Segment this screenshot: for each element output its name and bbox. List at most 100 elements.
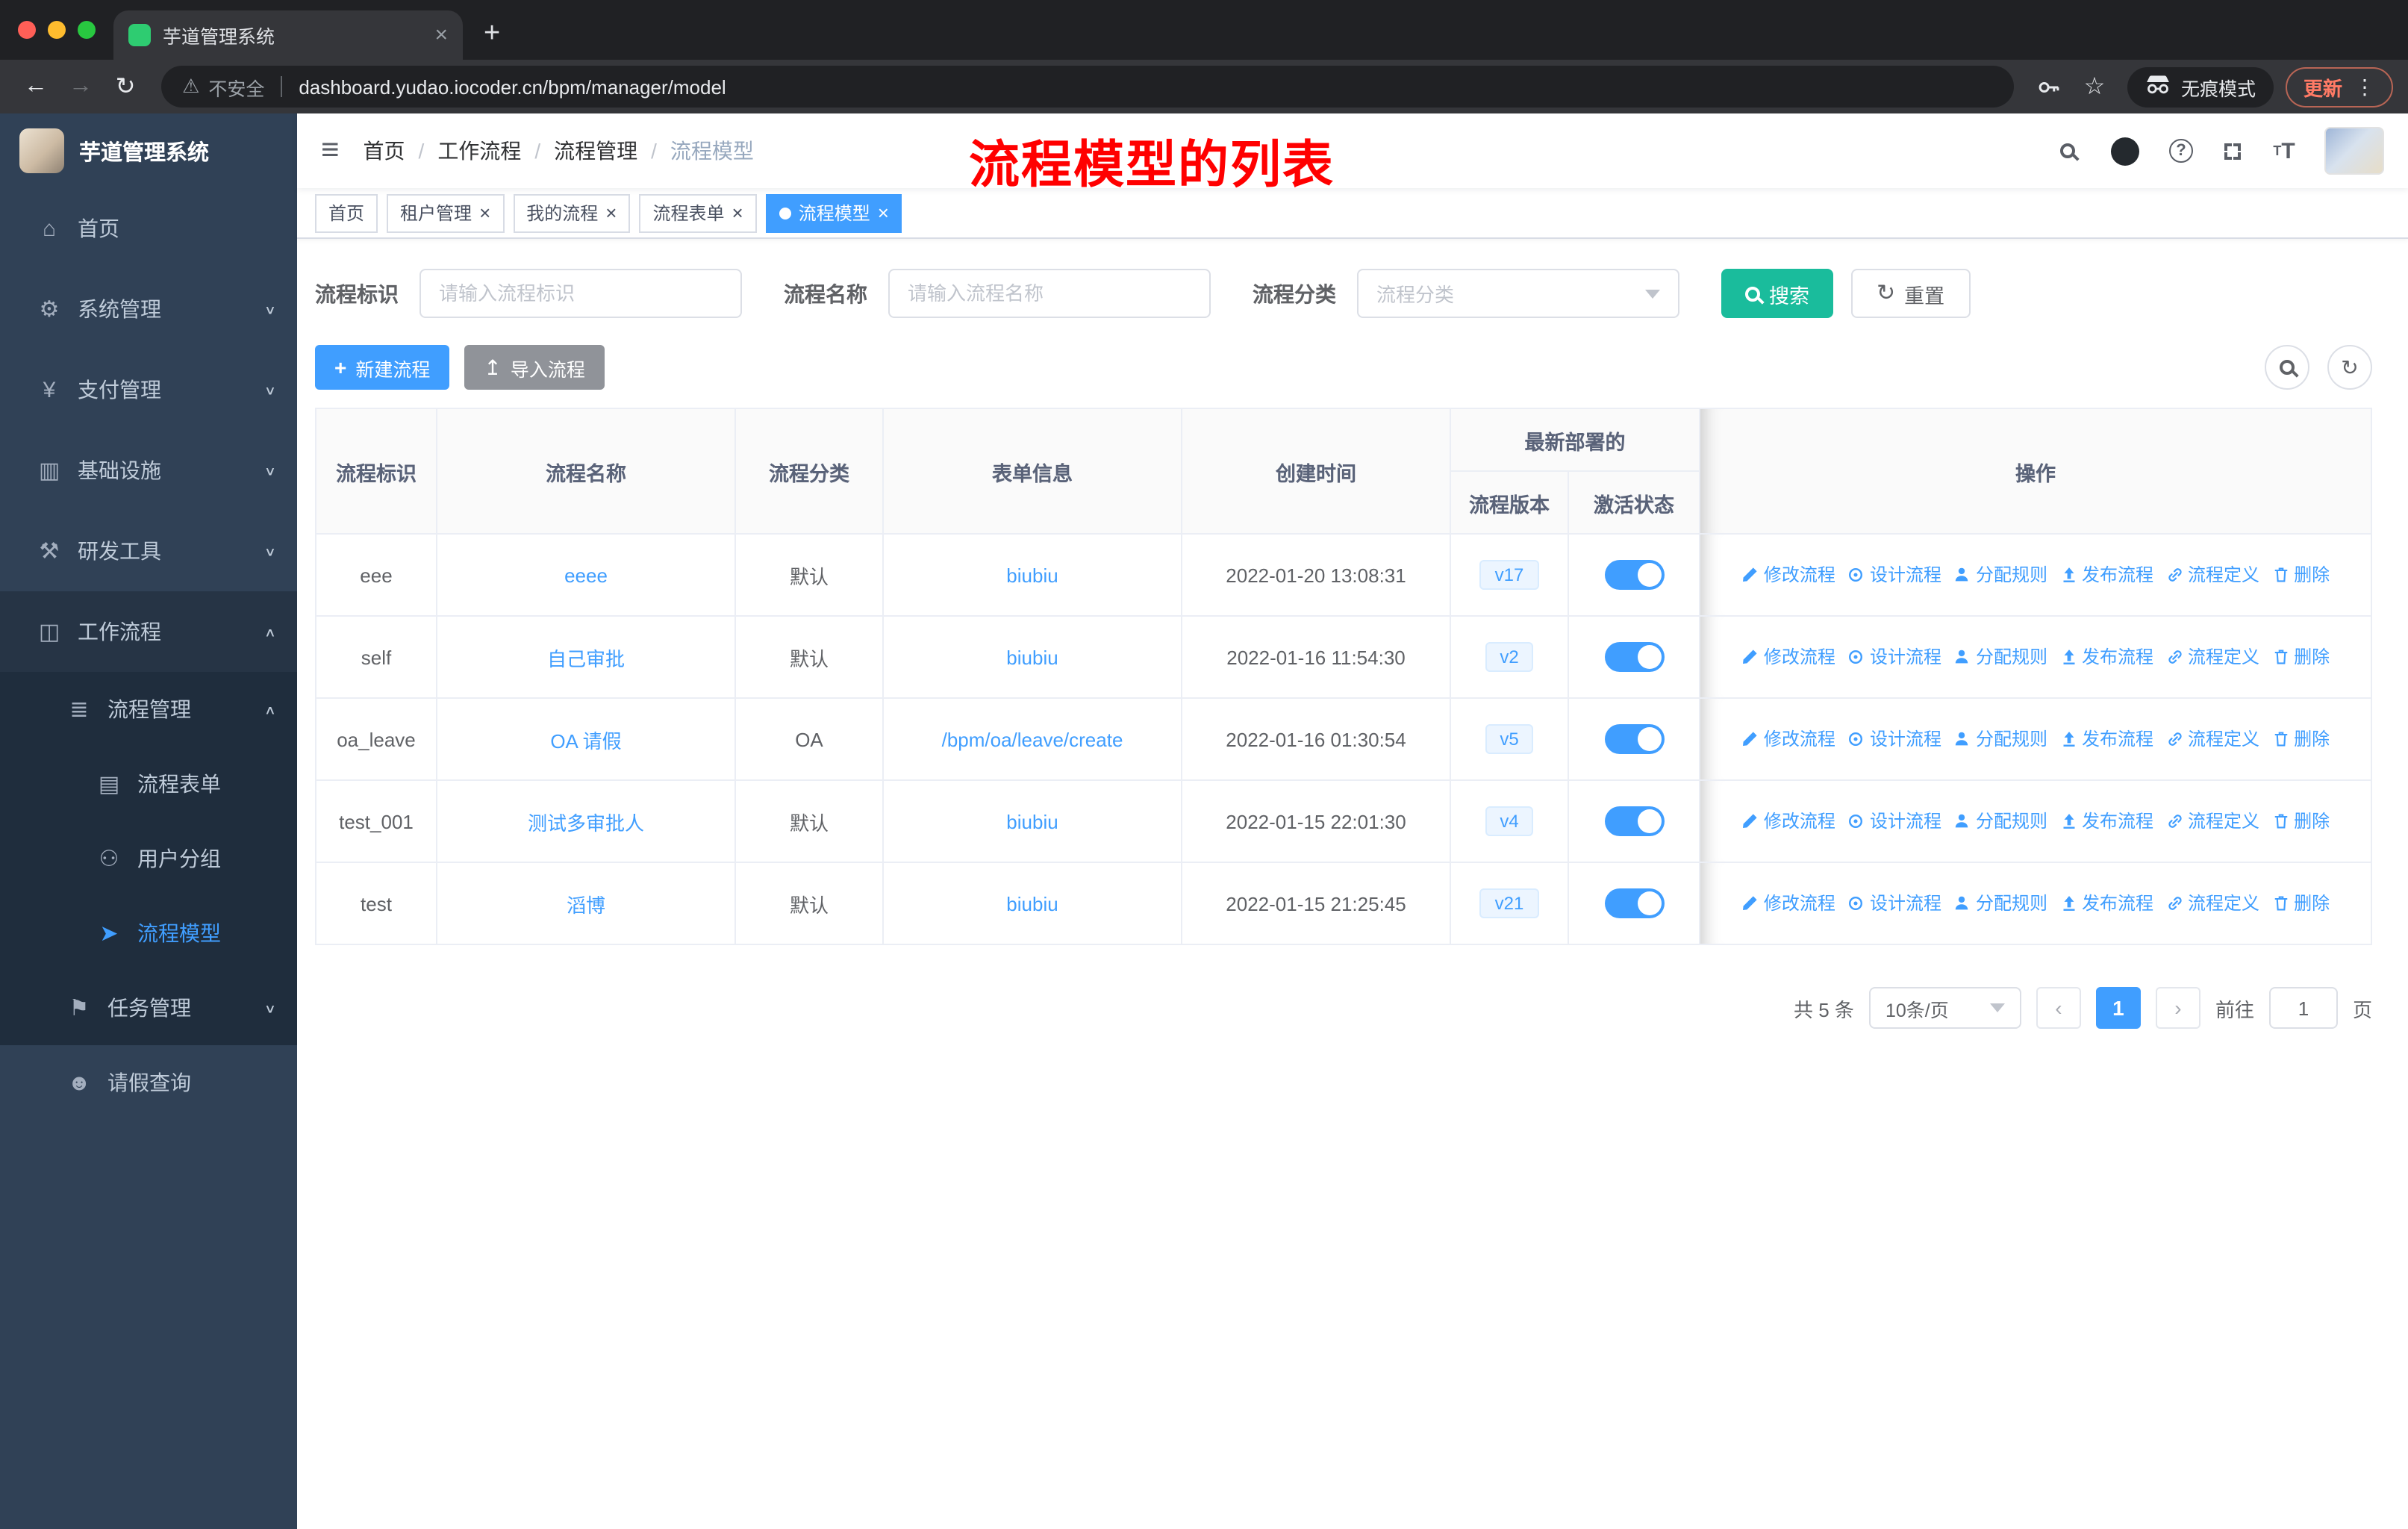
process-name-link[interactable]: eeee xyxy=(564,564,608,586)
sidebar-item[interactable]: ▥ 基础设施 ∨ xyxy=(0,430,297,511)
action-delete[interactable]: 删除 xyxy=(2271,644,2330,670)
create-process-button[interactable]: + 新建流程 xyxy=(315,345,450,390)
form-info-link[interactable]: biubiu xyxy=(1006,564,1058,586)
refresh-table-button[interactable]: ↻ xyxy=(2327,345,2372,390)
action-assign-rules[interactable]: 分配规则 xyxy=(1953,891,2047,916)
search-icon[interactable] xyxy=(2051,134,2084,167)
process-name-link[interactable]: OA 请假 xyxy=(550,729,621,752)
action-assign-rules[interactable]: 分配规则 xyxy=(1953,562,2047,588)
sidebar-item[interactable]: ⚑ 任务管理 ∨ xyxy=(0,971,297,1045)
update-button[interactable]: 更新 ⋮ xyxy=(2285,66,2393,107)
action-publish-process[interactable]: 发布流程 xyxy=(2059,644,2153,670)
active-status-toggle[interactable] xyxy=(1604,888,1664,918)
browser-tab[interactable]: 芋道管理系统 × xyxy=(113,10,463,60)
github-icon[interactable] xyxy=(2108,134,2141,167)
active-status-toggle[interactable] xyxy=(1604,806,1664,836)
category-select[interactable]: 流程分类 xyxy=(1357,269,1679,318)
password-key-icon[interactable] xyxy=(2029,66,2071,108)
form-info-link[interactable]: biubiu xyxy=(1006,892,1058,915)
breadcrumb-item[interactable]: 工作流程 xyxy=(437,136,521,166)
sidebar-item[interactable]: ¥ 支付管理 ∨ xyxy=(0,349,297,430)
process-name-link[interactable]: 滔博 xyxy=(567,894,605,916)
breadcrumb-item[interactable]: 首页 xyxy=(364,136,405,166)
action-design-process[interactable]: 设计流程 xyxy=(1847,562,1941,588)
font-size-icon[interactable]: TT xyxy=(2268,134,2301,167)
view-tag[interactable]: 首页 xyxy=(315,193,378,232)
action-assign-rules[interactable]: 分配规则 xyxy=(1953,726,2047,752)
action-edit-process[interactable]: 修改流程 xyxy=(1741,891,1835,916)
action-edit-process[interactable]: 修改流程 xyxy=(1741,726,1835,752)
view-tag[interactable]: 我的流程 × xyxy=(513,193,631,232)
reload-button[interactable]: ↻ xyxy=(105,66,146,108)
user-avatar[interactable] xyxy=(2324,127,2384,175)
action-edit-process[interactable]: 修改流程 xyxy=(1741,809,1835,834)
minimize-window-button[interactable] xyxy=(48,21,66,39)
help-icon[interactable]: ? xyxy=(2165,134,2198,167)
form-info-link[interactable]: biubiu xyxy=(1006,646,1058,668)
action-publish-process[interactable]: 发布流程 xyxy=(2059,809,2153,834)
form-info-link[interactable]: /bpm/oa/leave/create xyxy=(942,728,1123,750)
view-tag[interactable]: 流程模型 × xyxy=(765,193,902,232)
sidebar-item[interactable]: ▤ 流程表单 xyxy=(0,747,297,821)
back-button[interactable]: ← xyxy=(15,66,57,108)
active-status-toggle[interactable] xyxy=(1604,642,1664,672)
goto-page-input[interactable] xyxy=(2268,987,2338,1029)
action-publish-process[interactable]: 发布流程 xyxy=(2059,891,2153,916)
action-delete[interactable]: 删除 xyxy=(2271,891,2330,916)
action-edit-process[interactable]: 修改流程 xyxy=(1741,562,1835,588)
action-process-definition[interactable]: 流程定义 xyxy=(2165,809,2259,834)
bookmark-star-icon[interactable]: ☆ xyxy=(2074,66,2115,108)
active-status-toggle[interactable] xyxy=(1604,724,1664,754)
breadcrumb-item[interactable]: 流程管理 xyxy=(554,136,637,166)
action-design-process[interactable]: 设计流程 xyxy=(1847,809,1941,834)
action-delete[interactable]: 删除 xyxy=(2271,726,2330,752)
action-assign-rules[interactable]: 分配规则 xyxy=(1953,809,2047,834)
process-name-link[interactable]: 自己审批 xyxy=(547,647,625,670)
process-name-input[interactable] xyxy=(888,269,1211,318)
action-publish-process[interactable]: 发布流程 xyxy=(2059,562,2153,588)
action-publish-process[interactable]: 发布流程 xyxy=(2059,726,2153,752)
view-tag[interactable]: 租户管理 × xyxy=(387,193,505,232)
address-bar[interactable]: ⚠ 不安全 dashboard.yudao.iocoder.cn/bpm/man… xyxy=(161,66,2014,108)
sidebar-item[interactable]: ⌂ 首页 xyxy=(0,188,297,269)
page-number-button[interactable]: 1 xyxy=(2095,987,2141,1029)
fullscreen-icon[interactable] xyxy=(2221,140,2244,162)
forward-button[interactable]: → xyxy=(60,66,102,108)
process-key-input[interactable] xyxy=(419,269,742,318)
tag-close-icon[interactable]: × xyxy=(732,203,743,222)
zoom-window-button[interactable] xyxy=(78,21,96,39)
next-page-button[interactable]: › xyxy=(2155,987,2200,1029)
sidebar-item[interactable]: ⚇ 用户分组 xyxy=(0,821,297,896)
sidebar-item[interactable]: ◫ 工作流程 ∧ xyxy=(0,591,297,672)
action-process-definition[interactable]: 流程定义 xyxy=(2165,726,2259,752)
action-design-process[interactable]: 设计流程 xyxy=(1847,891,1941,916)
form-info-link[interactable]: biubiu xyxy=(1006,810,1058,832)
sidebar-item[interactable]: ⚙ 系统管理 ∨ xyxy=(0,269,297,349)
action-process-definition[interactable]: 流程定义 xyxy=(2165,644,2259,670)
tag-close-icon[interactable]: × xyxy=(878,203,889,222)
action-assign-rules[interactable]: 分配规则 xyxy=(1953,644,2047,670)
prev-page-button[interactable]: ‹ xyxy=(2036,987,2081,1029)
action-process-definition[interactable]: 流程定义 xyxy=(2165,562,2259,588)
sidebar-item[interactable]: ⚒ 研发工具 ∨ xyxy=(0,511,297,591)
action-delete[interactable]: 删除 xyxy=(2271,809,2330,834)
action-process-definition[interactable]: 流程定义 xyxy=(2165,891,2259,916)
tag-close-icon[interactable]: × xyxy=(605,203,617,222)
active-status-toggle[interactable] xyxy=(1604,560,1664,590)
toggle-search-button[interactable] xyxy=(2265,345,2309,390)
search-button[interactable]: 搜索 xyxy=(1721,269,1833,318)
sidebar-item[interactable]: ☻ 请假查询 xyxy=(0,1045,297,1120)
view-tag[interactable]: 流程表单 × xyxy=(639,193,757,232)
menu-kebab-icon[interactable]: ⋮ xyxy=(2354,74,2375,99)
reset-button[interactable]: ↻ 重置 xyxy=(1851,269,1971,318)
action-design-process[interactable]: 设计流程 xyxy=(1847,726,1941,752)
sidebar-item[interactable]: ➤ 流程模型 xyxy=(0,896,297,971)
action-delete[interactable]: 删除 xyxy=(2271,562,2330,588)
import-process-button[interactable]: ↥ 导入流程 xyxy=(464,345,605,390)
process-name-link[interactable]: 测试多审批人 xyxy=(528,812,644,834)
tag-close-icon[interactable]: × xyxy=(479,203,490,222)
tab-close-icon[interactable]: × xyxy=(434,22,448,48)
collapse-sidebar-icon[interactable]: ≡ xyxy=(321,133,340,169)
close-window-button[interactable] xyxy=(18,21,36,39)
page-size-select[interactable]: 10条/页 xyxy=(1868,987,2021,1029)
